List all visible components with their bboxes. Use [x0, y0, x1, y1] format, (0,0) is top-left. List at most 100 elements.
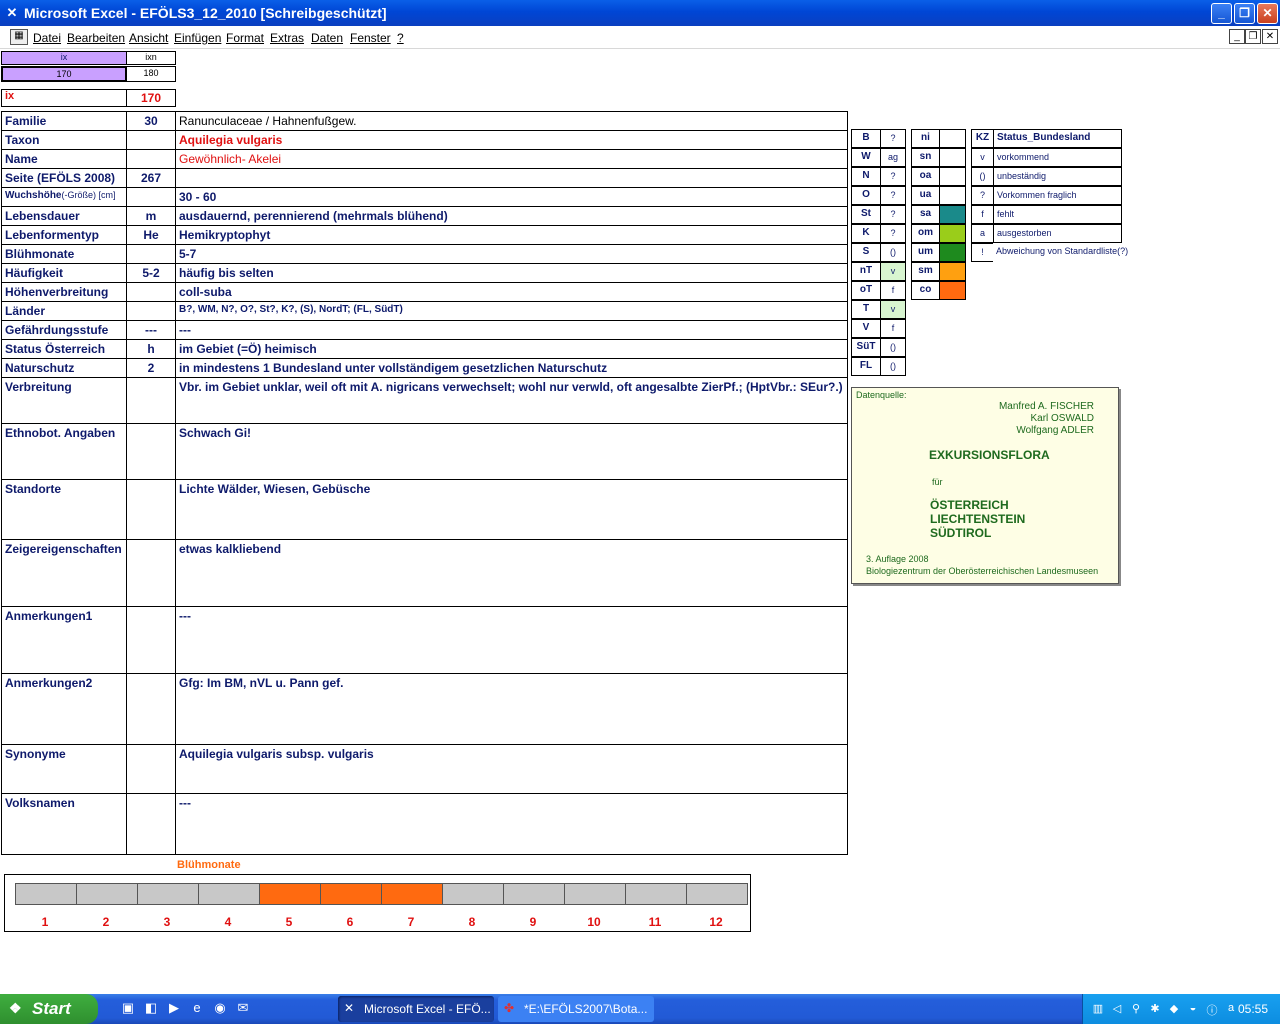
menu-einfuegen[interactable]: Einfügen	[174, 31, 221, 45]
field-code-20[interactable]	[126, 744, 176, 794]
state-value-3[interactable]: ?	[880, 186, 906, 205]
state-code-6[interactable]: S	[851, 243, 881, 262]
altitude-code-6[interactable]: um	[911, 243, 940, 262]
altitude-color-8[interactable]	[939, 281, 966, 300]
altitude-code-4[interactable]: sa	[911, 205, 940, 224]
state-code-5[interactable]: K	[851, 224, 881, 243]
field-value-4[interactable]: 30 - 60	[175, 187, 848, 207]
minimize-button[interactable]: _	[1211, 3, 1232, 24]
bloom-bar-2[interactable]	[76, 883, 138, 905]
field-code-8[interactable]: 5-2	[126, 263, 176, 283]
field-code-7[interactable]	[126, 244, 176, 264]
field-value-16[interactable]: Lichte Wälder, Wiesen, Gebüsche	[175, 479, 848, 540]
state-value-9[interactable]: v	[880, 300, 906, 319]
bloom-bar-4[interactable]	[198, 883, 260, 905]
field-code-16[interactable]	[126, 479, 176, 540]
menu-extras[interactable]: Extras	[270, 31, 304, 45]
workbook-icon[interactable]: ▦	[10, 29, 28, 45]
state-value-1[interactable]: ag	[880, 148, 906, 167]
field-code-5[interactable]: m	[126, 206, 176, 226]
menu-help[interactable]: ?	[397, 31, 404, 45]
altitude-code-1[interactable]: sn	[911, 148, 940, 167]
field-value-7[interactable]: 5-7	[175, 244, 848, 264]
state-value-6[interactable]: ()	[880, 243, 906, 262]
field-value-2[interactable]: Gewöhnlich- Akelei	[175, 149, 848, 169]
altitude-color-4[interactable]	[939, 205, 966, 224]
state-code-3[interactable]: O	[851, 186, 881, 205]
ix-value-cell[interactable]: 170	[1, 66, 127, 82]
bloom-bar-10[interactable]	[564, 883, 626, 905]
ixn-value-cell[interactable]: 180	[126, 66, 176, 82]
state-code-2[interactable]: N	[851, 167, 881, 186]
bloom-bar-11[interactable]	[625, 883, 687, 905]
field-code-21[interactable]	[126, 793, 176, 855]
state-value-5[interactable]: ?	[880, 224, 906, 243]
field-value-6[interactable]: Hemikryptophyt	[175, 225, 848, 245]
state-value-8[interactable]: f	[880, 281, 906, 300]
altitude-code-7[interactable]: sm	[911, 262, 940, 281]
worksheet[interactable]: ix ixn 170 180 ix 170 Familie 30 Ranuncula…	[0, 49, 1280, 989]
field-value-13[interactable]: in mindestens 1 Bundesland unter vollstä…	[175, 358, 848, 378]
field-value-5[interactable]: ausdauernd, perennierend (mehrmals blühe…	[175, 206, 848, 226]
bloom-bar-7[interactable]	[381, 883, 443, 905]
menu-format[interactable]: Format	[226, 31, 264, 45]
state-value-11[interactable]: ()	[880, 338, 906, 357]
altitude-code-2[interactable]: oa	[911, 167, 940, 186]
start-button[interactable]: ❖ Start	[0, 994, 98, 1024]
field-value-18[interactable]: ---	[175, 606, 848, 674]
menu-ansicht[interactable]: Ansicht	[129, 31, 168, 45]
field-value-0[interactable]: Ranunculaceae / Hahnenfußgew.	[175, 111, 848, 131]
quicklaunch-ie-icon[interactable]: e	[188, 1000, 206, 1018]
altitude-color-2[interactable]	[939, 167, 966, 186]
field-code-0[interactable]: 30	[126, 111, 176, 131]
field-code-9[interactable]	[126, 282, 176, 302]
field-code-10[interactable]	[126, 301, 176, 321]
altitude-code-8[interactable]: co	[911, 281, 940, 300]
quicklaunch-email-icon[interactable]: ✉	[234, 1000, 252, 1018]
state-code-1[interactable]: W	[851, 148, 881, 167]
field-code-17[interactable]	[126, 539, 176, 607]
altitude-color-0[interactable]	[939, 129, 966, 148]
quicklaunch-firefox-icon[interactable]: ◉	[211, 1000, 229, 1018]
state-code-8[interactable]: oT	[851, 281, 881, 300]
field-value-8[interactable]: häufig bis selten	[175, 263, 848, 283]
state-value-4[interactable]: ?	[880, 205, 906, 224]
field-value-3[interactable]	[175, 168, 848, 188]
menu-datei[interactable]: Datei	[33, 31, 61, 45]
altitude-color-1[interactable]	[939, 148, 966, 167]
bloom-bar-3[interactable]	[137, 883, 199, 905]
state-code-10[interactable]: V	[851, 319, 881, 338]
field-value-1[interactable]: Aquilegia vulgaris	[175, 130, 848, 150]
state-value-12[interactable]: ()	[880, 357, 906, 376]
quicklaunch-explorer-icon[interactable]: ◧	[142, 1000, 160, 1018]
field-code-2[interactable]	[126, 149, 176, 169]
field-code-11[interactable]: ---	[126, 320, 176, 340]
task-pdf[interactable]: ✤ *E:\EFÖLS2007\Bota...	[498, 996, 654, 1022]
doc-restore-button[interactable]: ❐	[1245, 29, 1261, 44]
field-code-13[interactable]: 2	[126, 358, 176, 378]
shield-icon[interactable]: ◆	[1167, 1002, 1181, 1016]
field-value-11[interactable]: ---	[175, 320, 848, 340]
security-icon[interactable]: ✱	[1148, 1002, 1162, 1016]
doc-close-button[interactable]: ✕	[1262, 29, 1278, 44]
bloom-bar-1[interactable]	[15, 883, 77, 905]
network-icon[interactable]: ▥	[1091, 1002, 1105, 1016]
field-value-14[interactable]: Vbr. im Gebiet unklar, weil oft mit A. n…	[175, 377, 848, 424]
field-code-1[interactable]	[126, 130, 176, 150]
state-code-4[interactable]: St	[851, 205, 881, 224]
state-code-0[interactable]: B	[851, 129, 881, 148]
field-value-19[interactable]: Gfg: Im BM, nVL u. Pann gef.	[175, 673, 848, 745]
bloom-bar-12[interactable]	[686, 883, 748, 905]
app-tray-icon[interactable]: a	[1224, 1002, 1238, 1016]
field-value-21[interactable]: ---	[175, 793, 848, 855]
ixn-header-cell[interactable]: ixn	[126, 51, 176, 65]
state-code-11[interactable]: SüT	[851, 338, 881, 357]
field-code-15[interactable]	[126, 423, 176, 480]
field-value-17[interactable]: etwas kalkliebend	[175, 539, 848, 607]
altitude-color-5[interactable]	[939, 224, 966, 243]
state-code-7[interactable]: nT	[851, 262, 881, 281]
state-code-12[interactable]: FL	[851, 357, 881, 376]
close-button[interactable]: ✕	[1257, 3, 1278, 24]
ix-header-cell[interactable]: ix	[1, 51, 127, 65]
field-value-12[interactable]: im Gebiet (=Ö) heimisch	[175, 339, 848, 359]
